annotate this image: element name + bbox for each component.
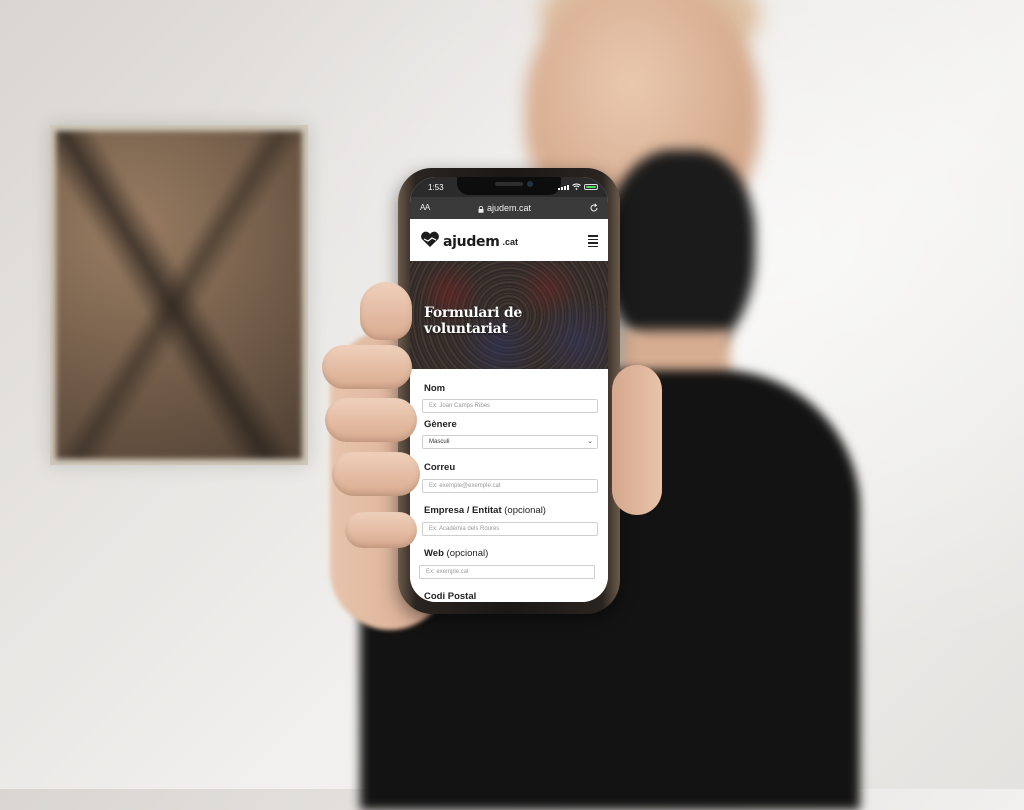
- hand-finger: [345, 512, 417, 548]
- postal-code-label: Codi Postal: [424, 591, 477, 602]
- email-input[interactable]: Ex: exemple@exemple.cat: [422, 479, 598, 493]
- email-label: Correu: [424, 462, 456, 473]
- reload-icon[interactable]: [588, 201, 600, 213]
- browser-address-bar[interactable]: AA ajudem.cat: [410, 197, 608, 219]
- site-logo[interactable]: ajudem .cat: [420, 231, 518, 253]
- wall-picture: [56, 131, 302, 459]
- url-field[interactable]: ajudem.cat: [478, 203, 531, 213]
- hand-finger: [325, 398, 417, 442]
- company-label: Empresa / Entitat (opcional): [424, 505, 546, 516]
- gender-label: Gènere: [424, 419, 457, 430]
- hand-finger: [322, 345, 412, 389]
- web-optional: (opcional): [446, 548, 489, 559]
- name-label: Nom: [424, 383, 446, 394]
- status-time: 1:53: [428, 183, 444, 192]
- notch: [457, 177, 561, 195]
- status-icons: [558, 183, 598, 190]
- hand-thumb: [612, 365, 662, 515]
- status-bar: 1:53: [410, 177, 608, 197]
- logo-name: ajudem: [443, 234, 500, 250]
- wall-picture-frame: [50, 125, 308, 465]
- hamburger-menu-icon[interactable]: [588, 235, 598, 247]
- hand-finger: [332, 452, 420, 496]
- lock-icon: [478, 205, 484, 213]
- gender-select[interactable]: Masculí ⌄: [422, 435, 598, 449]
- chevron-down-icon: ⌄: [587, 438, 593, 445]
- name-input[interactable]: Ex: Joan Camps Ribes: [422, 399, 598, 413]
- web-input[interactable]: Ex: exemple.cat: [419, 565, 595, 579]
- face-mask: [605, 150, 755, 360]
- front-camera: [527, 181, 533, 187]
- volunteer-form: Nom Ex: Joan Camps Ribes Gènere Masculí …: [410, 369, 608, 602]
- gender-value: Masculí: [429, 439, 450, 445]
- logo-tld: .cat: [502, 237, 519, 247]
- url-text: ajudem.cat: [487, 203, 532, 213]
- hero-banner: Formulari de voluntariat: [410, 261, 608, 369]
- speaker: [495, 182, 523, 186]
- heart-hands-logo-icon: [420, 231, 440, 253]
- web-label-text: Web: [424, 548, 444, 559]
- company-input[interactable]: Ex: Acadèmia dels Roures: [422, 522, 598, 536]
- wifi-icon: [572, 183, 581, 190]
- phone-screen: 1:53 AA ajudem.cat ajudem .cat Formulari…: [410, 177, 608, 602]
- signal-icon: [558, 185, 569, 190]
- web-label: Web (opcional): [424, 548, 488, 559]
- company-optional: (opcional): [504, 505, 546, 516]
- battery-icon: [584, 184, 598, 190]
- page-title: Formulari de voluntariat: [424, 305, 522, 337]
- hand-finger: [360, 282, 412, 340]
- site-header: ajudem .cat: [410, 219, 608, 262]
- company-label-text: Empresa / Entitat: [424, 505, 502, 516]
- text-size-button[interactable]: AA: [420, 203, 430, 212]
